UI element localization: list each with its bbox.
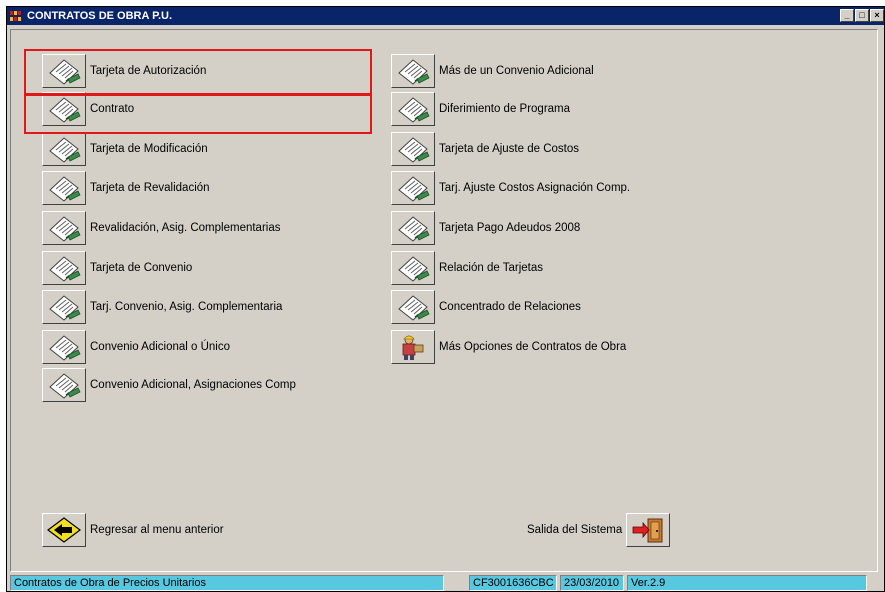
main-window: CONTRATOS DE OBRA P.U. _ □ × Tarjeta de … — [6, 6, 885, 592]
exit-label: Salida del Sistema — [527, 524, 623, 536]
highlight-box — [24, 94, 372, 134]
menu-item-diferimiento[interactable]: Diferimiento de Programa — [391, 92, 570, 126]
title-bar: CONTRATOS DE OBRA P.U. _ □ × — [7, 7, 884, 25]
menu-item-relacion-tarjetas[interactable]: Relación de Tarjetas — [391, 251, 543, 285]
status-code: CF3001636CBC — [469, 575, 557, 591]
maximize-button[interactable]: □ — [855, 9, 869, 22]
menu-item-mas-convenio[interactable]: Más de un Convenio Adicional — [391, 54, 594, 88]
menu-item-concentrado[interactable]: Concentrado de Relaciones — [391, 290, 581, 324]
document-icon[interactable] — [42, 290, 86, 324]
menu-item-label: Más Opciones de Contratos de Obra — [439, 341, 627, 353]
document-icon[interactable] — [391, 251, 435, 285]
menu-item-label: Convenio Adicional, Asignaciones Comp — [90, 379, 296, 391]
menu-item-ajuste-costos[interactable]: Tarjeta de Ajuste de Costos — [391, 132, 579, 166]
menu-item-label: Revalidación, Asig. Complementarias — [90, 222, 281, 234]
menu-panel: Tarjeta de Autorización Contrato Tarjeta… — [10, 29, 878, 572]
status-app-name: Contratos de Obra de Precios Unitarios — [10, 575, 444, 591]
document-icon[interactable] — [391, 54, 435, 88]
menu-item-tarjeta-revalidacion[interactable]: Tarjeta de Revalidación — [42, 171, 210, 205]
back-arrow-icon[interactable] — [42, 513, 86, 547]
window-title: CONTRATOS DE OBRA P.U. — [27, 10, 173, 22]
menu-item-label: Tarj. Convenio, Asig. Complementaria — [90, 301, 283, 313]
document-icon[interactable] — [391, 171, 435, 205]
menu-item-label: Concentrado de Relaciones — [439, 301, 581, 313]
menu-item-tarjeta-convenio[interactable]: Tarjeta de Convenio — [42, 251, 192, 285]
status-bar: Contratos de Obra de Precios Unitarios C… — [10, 575, 882, 591]
document-icon[interactable] — [391, 132, 435, 166]
window-controls: _ □ × — [840, 9, 884, 22]
document-icon[interactable] — [42, 330, 86, 364]
highlight-box — [24, 49, 372, 95]
document-icon[interactable] — [391, 211, 435, 245]
menu-item-convenio-adicional-unico[interactable]: Convenio Adicional o Único — [42, 330, 230, 364]
menu-item-pago-adeudos[interactable]: Tarjeta Pago Adeudos 2008 — [391, 211, 580, 245]
menu-item-label: Diferimiento de Programa — [439, 103, 571, 115]
menu-item-label: Tarj. Ajuste Costos Asignación Comp. — [439, 182, 631, 194]
menu-item-label: Tarjeta de Modificación — [90, 143, 208, 155]
document-icon[interactable] — [42, 368, 86, 402]
back-label: Regresar al menu anterior — [90, 524, 224, 536]
document-icon[interactable] — [391, 92, 435, 126]
app-icon — [10, 11, 24, 21]
document-icon[interactable] — [42, 132, 86, 166]
menu-item-mas-opciones[interactable]: Más Opciones de Contratos de Obra — [391, 330, 626, 364]
document-icon[interactable] — [391, 290, 435, 324]
document-icon[interactable] — [42, 171, 86, 205]
back-menu-item[interactable]: Regresar al menu anterior — [42, 513, 224, 547]
exit-door-icon[interactable] — [626, 513, 671, 547]
menu-item-label: Tarjeta Pago Adeudos 2008 — [439, 222, 581, 234]
menu-item-label: Relación de Tarjetas — [439, 262, 543, 274]
document-icon[interactable] — [42, 251, 86, 285]
menu-item-tarjeta-modificacion[interactable]: Tarjeta de Modificación — [42, 132, 208, 166]
status-date: 23/03/2010 — [560, 575, 624, 591]
worker-icon[interactable] — [391, 330, 435, 364]
status-version: Ver.2.9 — [627, 575, 867, 591]
menu-item-tarj-convenio-asig[interactable]: Tarj. Convenio, Asig. Complementaria — [42, 290, 282, 324]
document-icon[interactable] — [42, 211, 86, 245]
menu-item-convenio-adicional-asig[interactable]: Convenio Adicional, Asignaciones Comp — [42, 368, 296, 402]
menu-item-revalidacion-asig[interactable]: Revalidación, Asig. Complementarias — [42, 211, 280, 245]
menu-item-label: Convenio Adicional o Único — [90, 341, 231, 353]
menu-item-label: Tarjeta de Ajuste de Costos — [439, 143, 579, 155]
menu-item-label: Tarjeta de Revalidación — [90, 182, 210, 194]
menu-item-label: Más de un Convenio Adicional — [439, 65, 594, 77]
menu-item-ajuste-costos-asig[interactable]: Tarj. Ajuste Costos Asignación Comp. — [391, 171, 630, 205]
minimize-button[interactable]: _ — [840, 9, 854, 22]
exit-menu-item[interactable]: Salida del Sistema — [527, 513, 674, 547]
close-button[interactable]: × — [870, 9, 884, 22]
menu-item-label: Tarjeta de Convenio — [90, 262, 193, 274]
